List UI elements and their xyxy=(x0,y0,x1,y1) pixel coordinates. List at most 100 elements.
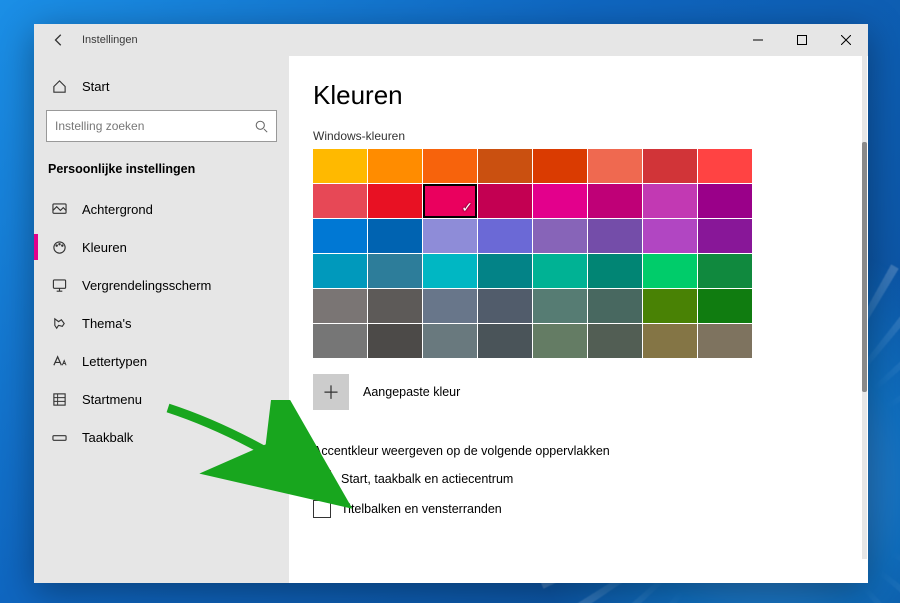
scrollbar[interactable] xyxy=(862,52,867,559)
color-swatch[interactable] xyxy=(313,219,367,253)
search-icon xyxy=(255,120,268,133)
minimize-icon xyxy=(753,35,763,45)
image-icon xyxy=(48,202,70,217)
color-swatch[interactable] xyxy=(533,254,587,288)
themes-icon xyxy=(48,316,70,331)
color-swatch[interactable] xyxy=(533,324,587,358)
sidebar-item-thema-s[interactable]: Thema's xyxy=(34,304,289,342)
color-swatch[interactable] xyxy=(478,324,532,358)
color-swatch[interactable] xyxy=(423,219,477,253)
sidebar-item-taakbalk[interactable]: Taakbalk xyxy=(34,418,289,456)
color-swatch[interactable] xyxy=(313,149,367,183)
palette-icon xyxy=(48,240,70,255)
color-swatch[interactable] xyxy=(698,254,752,288)
color-swatch[interactable] xyxy=(588,149,642,183)
surfaces-section-label: Accentkleur weergeven op de volgende opp… xyxy=(313,444,832,458)
color-swatch[interactable] xyxy=(698,219,752,253)
sidebar-home[interactable]: Start xyxy=(34,68,289,104)
checkbox-label: Titelbalken en vensterranden xyxy=(341,502,502,516)
home-icon xyxy=(48,79,70,94)
sidebar-item-vergrendelingsscherm[interactable]: Vergrendelingsscherm xyxy=(34,266,289,304)
color-swatch[interactable] xyxy=(313,324,367,358)
color-swatch[interactable] xyxy=(368,324,422,358)
color-swatch[interactable] xyxy=(533,219,587,253)
checkbox-start-taskbar[interactable]: ✓ Start, taakbalk en actiecentrum xyxy=(313,470,832,488)
checkmark-icon: ✓ xyxy=(313,470,331,488)
lockscreen-icon xyxy=(48,278,70,293)
plus-icon: ＋ xyxy=(322,379,340,405)
color-swatch[interactable] xyxy=(423,149,477,183)
sidebar-item-achtergrond[interactable]: Achtergrond xyxy=(34,190,289,228)
settings-window: Instellingen Start xyxy=(34,24,868,583)
color-swatch[interactable] xyxy=(588,289,642,323)
color-swatch[interactable] xyxy=(533,289,587,323)
custom-color-button[interactable]: ＋ xyxy=(313,374,349,410)
sidebar-item-label: Lettertypen xyxy=(82,354,147,369)
color-swatch[interactable] xyxy=(588,184,642,218)
color-swatch[interactable] xyxy=(643,219,697,253)
sidebar-item-lettertypen[interactable]: Lettertypen xyxy=(34,342,289,380)
color-swatch[interactable] xyxy=(478,149,532,183)
color-swatch[interactable] xyxy=(588,219,642,253)
color-swatch[interactable] xyxy=(478,254,532,288)
sidebar-item-label: Kleuren xyxy=(82,240,127,255)
sidebar-item-startmenu[interactable]: Startmenu xyxy=(34,380,289,418)
sidebar-item-label: Vergrendelingsscherm xyxy=(82,278,211,293)
color-swatch[interactable] xyxy=(368,254,422,288)
color-swatch[interactable] xyxy=(423,184,477,218)
color-swatch[interactable] xyxy=(588,324,642,358)
sidebar-category: Persoonlijke instellingen xyxy=(34,152,289,190)
color-swatch[interactable] xyxy=(643,289,697,323)
startmenu-icon xyxy=(48,392,70,407)
color-swatch[interactable] xyxy=(478,219,532,253)
color-swatch[interactable] xyxy=(698,324,752,358)
minimize-button[interactable] xyxy=(736,24,780,56)
taskbar-icon xyxy=(48,430,70,445)
color-swatch[interactable] xyxy=(643,254,697,288)
back-button[interactable] xyxy=(48,29,70,51)
color-swatch[interactable] xyxy=(423,289,477,323)
sidebar-item-label: Achtergrond xyxy=(82,202,153,217)
arrow-left-icon xyxy=(52,33,66,47)
sidebar-item-label: Startmenu xyxy=(82,392,142,407)
color-swatch[interactable] xyxy=(313,184,367,218)
maximize-button[interactable] xyxy=(780,24,824,56)
checkbox-titlebars[interactable]: Titelbalken en vensterranden xyxy=(313,500,832,518)
color-swatch[interactable] xyxy=(643,149,697,183)
color-swatch[interactable] xyxy=(698,149,752,183)
maximize-icon xyxy=(797,35,807,45)
window-title: Instellingen xyxy=(82,34,138,46)
color-swatch[interactable] xyxy=(313,289,367,323)
content-pane: Kleuren Windows-kleuren ＋ Aangepaste kle… xyxy=(289,56,868,583)
color-swatch[interactable] xyxy=(588,254,642,288)
color-swatch[interactable] xyxy=(698,184,752,218)
page-title: Kleuren xyxy=(313,80,832,111)
color-swatch[interactable] xyxy=(533,149,587,183)
color-swatch[interactable] xyxy=(423,324,477,358)
color-swatch[interactable] xyxy=(478,184,532,218)
sidebar-item-kleuren[interactable]: Kleuren xyxy=(34,228,289,266)
sidebar-item-label: Thema's xyxy=(82,316,131,331)
sidebar-item-label: Taakbalk xyxy=(82,430,133,445)
checkbox-empty-icon xyxy=(313,500,331,518)
checkbox-label: Start, taakbalk en actiecentrum xyxy=(341,472,513,486)
custom-color-label: Aangepaste kleur xyxy=(363,385,460,399)
color-swatch[interactable] xyxy=(368,289,422,323)
color-swatch[interactable] xyxy=(698,289,752,323)
close-icon xyxy=(841,35,851,45)
color-swatch[interactable] xyxy=(313,254,367,288)
sidebar-home-label: Start xyxy=(82,79,109,94)
color-swatch[interactable] xyxy=(533,184,587,218)
color-swatch[interactable] xyxy=(643,184,697,218)
search-placeholder: Instelling zoeken xyxy=(55,119,255,133)
color-swatch[interactable] xyxy=(368,219,422,253)
sidebar: Start Instelling zoeken Persoonlijke ins… xyxy=(34,56,289,583)
scrollbar-thumb[interactable] xyxy=(862,142,867,392)
color-swatch[interactable] xyxy=(368,184,422,218)
color-swatch[interactable] xyxy=(423,254,477,288)
search-input[interactable]: Instelling zoeken xyxy=(46,110,277,142)
title-bar: Instellingen xyxy=(34,24,868,56)
color-swatch[interactable] xyxy=(643,324,697,358)
color-swatch[interactable] xyxy=(478,289,532,323)
color-swatch[interactable] xyxy=(368,149,422,183)
